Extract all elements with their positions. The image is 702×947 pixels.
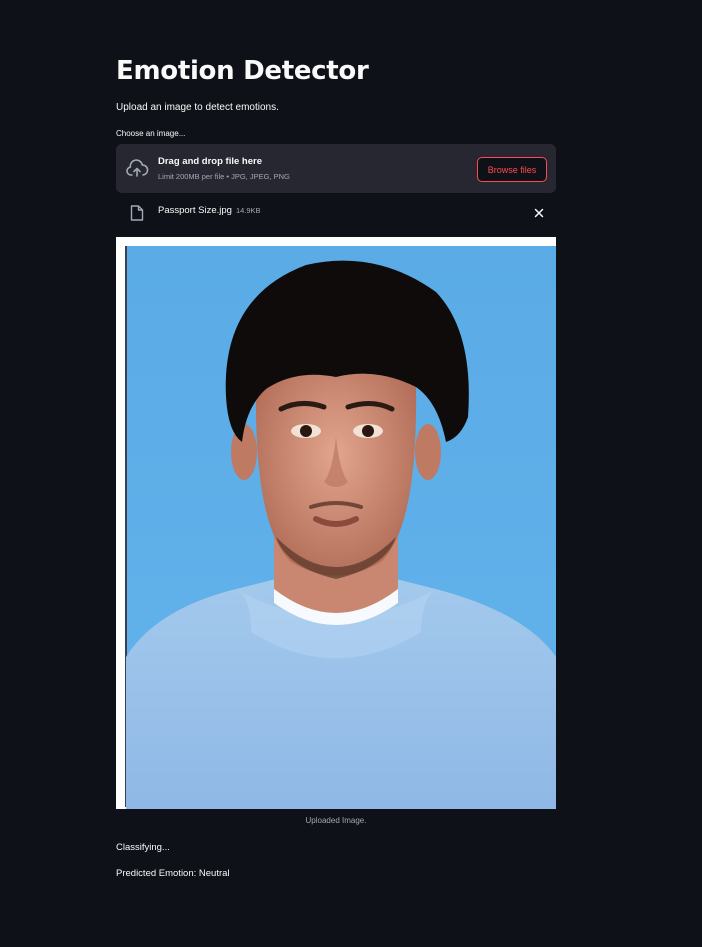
file-uploader-label: Choose an image... [116,129,186,138]
cloud-upload-icon [126,159,149,177]
page-subtitle: Upload an image to detect emotions. [116,102,279,113]
dropzone-instructions: Drag and drop file here Limit 200MB per … [158,156,290,181]
uploaded-file-info: Passport Size.jpg 14.9KB [158,205,261,216]
dropzone-limit: Limit 200MB per file • JPG, JPEG, PNG [158,172,290,181]
page-title: Emotion Detector [116,56,369,86]
predicted-emotion: Predicted Emotion: Neutral [116,868,230,879]
portrait-photo [116,237,556,809]
file-icon [130,205,144,221]
dropzone-title: Drag and drop file here [158,156,262,167]
classifying-status: Classifying... [116,842,170,853]
uploaded-file-size: 14.9KB [235,206,261,215]
app-root: Emotion Detector Upload an image to dete… [0,0,702,947]
uploaded-file-row: Passport Size.jpg 14.9KB [116,200,556,226]
image-caption: Uploaded Image. [305,816,367,825]
close-icon[interactable] [532,206,546,220]
file-dropzone[interactable]: Drag and drop file here Limit 200MB per … [116,144,556,193]
browse-files-button[interactable]: Browse files [477,157,547,182]
uploaded-file-name: Passport Size.jpg [158,205,232,216]
uploaded-image [116,237,556,809]
